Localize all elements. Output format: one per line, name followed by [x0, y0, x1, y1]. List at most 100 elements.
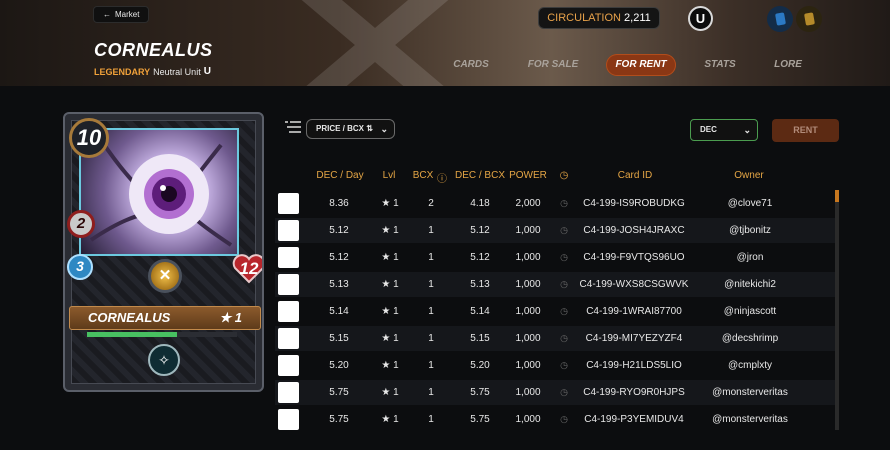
- cell-level: ★ 1: [381, 414, 399, 425]
- back-to-market-button[interactable]: ← Market: [93, 6, 150, 23]
- table-row[interactable]: 5.13 ★ 1 1 5.13 1,000 C4-199-WXS8CSGWVK @nitek…: [275, 272, 835, 297]
- tab-lore[interactable]: LORE: [762, 54, 814, 76]
- magic-attack-badge: 2: [67, 210, 95, 238]
- cell-power: 1,000: [515, 387, 541, 398]
- clock-icon[interactable]: ◷: [556, 170, 572, 181]
- cell-level: ★ 1: [381, 360, 399, 371]
- cell-card-id[interactable]: C4-199-1WRAI87700: [575, 299, 693, 324]
- col-header-dec-day[interactable]: DEC / Day: [310, 170, 370, 181]
- chevron-down-icon: ⌄: [743, 125, 751, 135]
- page-title: CORNEALUS: [94, 40, 213, 60]
- cell-power: 1,000: [515, 252, 541, 263]
- cell-bcx: 1: [428, 252, 434, 263]
- cell-owner[interactable]: @decshrimp: [695, 326, 805, 351]
- row-checkbox[interactable]: [278, 247, 299, 268]
- cell-power: 1,000: [515, 414, 541, 425]
- currency-select[interactable]: DEC ⌄: [690, 119, 758, 141]
- sort-select[interactable]: PRICE / BCX ⇅ ⌄: [306, 119, 395, 139]
- col-header-owner[interactable]: Owner: [718, 170, 780, 181]
- row-checkbox[interactable]: [278, 274, 299, 295]
- filter-lines-icon[interactable]: [285, 120, 301, 134]
- table-row[interactable]: 5.12 ★ 1 1 5.12 1,000 C4-199-F9VTQS96UO @jron ◷: [275, 245, 835, 270]
- row-checkbox[interactable]: [278, 301, 299, 322]
- col-header-power[interactable]: POWER: [507, 170, 549, 181]
- cell-bcx: 1: [428, 414, 434, 425]
- table-row[interactable]: 8.36 ★ 1 2 4.18 2,000 C4-199-IS9ROBUDKG @clove…: [275, 191, 835, 216]
- cell-bcx: 1: [428, 225, 434, 236]
- tab-cards[interactable]: CARDS: [441, 54, 501, 76]
- cell-owner[interactable]: @clove71: [695, 191, 805, 216]
- table-row[interactable]: 5.75 ★ 1 1 5.75 1,000 C4-199-RYO9R0HJPS @monst…: [275, 380, 835, 405]
- mana-cost-badge: 10: [69, 118, 109, 158]
- table-row[interactable]: 5.75 ★ 1 1 5.75 1,000 C4-199-P3YEMIDUV4 @monst…: [275, 407, 835, 432]
- cell-dec-day: 5.14: [329, 306, 349, 317]
- col-header-card-id[interactable]: Card ID: [600, 170, 670, 181]
- cell-level: ★ 1: [381, 306, 399, 317]
- card-image: 10 2 3 12 ✕ CORNEALUS ★ 1 ✧: [63, 112, 264, 392]
- col-header-dec-bcx[interactable]: DEC / BCX: [452, 170, 508, 181]
- cell-bcx: 2: [428, 198, 434, 209]
- currency-select-value: DEC: [700, 125, 717, 134]
- cell-level: ★ 1: [381, 333, 399, 344]
- row-checkbox[interactable]: [278, 193, 299, 214]
- page-header: ← Market CORNEALUS LEGENDARY Neutral Uni…: [0, 0, 890, 86]
- cell-owner[interactable]: @tjbonitz: [695, 218, 805, 243]
- cell-card-id[interactable]: C4-199-IS9ROBUDKG: [575, 191, 693, 216]
- cell-dec-day: 5.15: [329, 333, 349, 344]
- cell-dec-bcx: 5.13: [470, 279, 490, 290]
- tab-stats[interactable]: STATS: [692, 54, 748, 76]
- cell-owner[interactable]: @monsterveritas: [695, 407, 805, 432]
- cell-card-id[interactable]: C4-199-WXS8CSGWVK: [575, 272, 693, 297]
- col-header-bcx[interactable]: BCX: [411, 170, 435, 181]
- info-icon[interactable]: ⓘ: [436, 170, 448, 185]
- cell-card-id[interactable]: C4-199-F9VTQS96UO: [575, 245, 693, 270]
- col-header-lvl[interactable]: Lvl: [376, 170, 402, 181]
- cell-level: ★ 1: [381, 279, 399, 290]
- card-shape-icon: [803, 12, 815, 26]
- table-row[interactable]: 5.14 ★ 1 1 5.14 1,000 C4-199-1WRAI87700 @ninja…: [275, 299, 835, 324]
- circulation-label: CIRCULATION: [547, 12, 621, 24]
- cell-card-id[interactable]: C4-199-P3YEMIDUV4: [575, 407, 693, 432]
- cell-level: ★ 1: [381, 252, 399, 263]
- table-row[interactable]: 5.20 ★ 1 1 5.20 1,000 C4-199-H21LDS5LIO @cmplx…: [275, 353, 835, 378]
- cell-owner[interactable]: @cmplxty: [695, 353, 805, 378]
- cell-owner[interactable]: @monsterveritas: [695, 380, 805, 405]
- table-row[interactable]: 5.15 ★ 1 1 5.15 1,000 C4-199-MI7YEZYZF4 @decsh…: [275, 326, 835, 351]
- clock-icon: ◷: [560, 225, 568, 235]
- cell-power: 1,000: [515, 225, 541, 236]
- cell-owner[interactable]: @jron: [695, 245, 805, 270]
- cell-level: ★ 1: [381, 198, 399, 209]
- cell-dec-bcx: 4.18: [470, 198, 490, 209]
- cell-card-id[interactable]: C4-199-H21LDS5LIO: [575, 353, 693, 378]
- cell-dec-day: 5.75: [329, 414, 349, 425]
- scrollbar-thumb[interactable]: [835, 190, 839, 202]
- tab-for-sale[interactable]: FOR SALE: [517, 54, 589, 76]
- clock-icon: ◷: [560, 387, 568, 397]
- card-level: ★ 1: [219, 310, 243, 325]
- cell-owner[interactable]: @nitekichi2: [695, 272, 805, 297]
- table-row[interactable]: 5.12 ★ 1 1 5.12 1,000 C4-199-JOSH4JRAXC @tjbon…: [275, 218, 835, 243]
- row-checkbox[interactable]: [278, 382, 299, 403]
- edition-badge-icon[interactable]: U: [688, 6, 713, 31]
- cell-card-id[interactable]: C4-199-MI7YEZYZF4: [575, 326, 693, 351]
- cell-owner[interactable]: @ninjascott: [695, 299, 805, 324]
- cell-dec-day: 8.36: [329, 198, 349, 209]
- tab-for-rent[interactable]: FOR RENT: [606, 54, 676, 76]
- cell-card-id[interactable]: C4-199-RYO9R0HJPS: [575, 380, 693, 405]
- row-checkbox[interactable]: [278, 328, 299, 349]
- gold-foil-card-icon[interactable]: [796, 6, 822, 32]
- clock-icon: ◷: [560, 198, 568, 208]
- row-checkbox[interactable]: [278, 220, 299, 241]
- rent-button[interactable]: RENT: [772, 119, 839, 142]
- row-checkbox[interactable]: [278, 355, 299, 376]
- regular-foil-card-icon[interactable]: [767, 6, 793, 32]
- clock-icon: ◷: [560, 279, 568, 289]
- scrollbar-track[interactable]: [835, 190, 839, 430]
- cell-dec-bcx: 5.12: [470, 252, 490, 263]
- cell-dec-bcx: 5.75: [470, 414, 490, 425]
- row-checkbox[interactable]: [278, 409, 299, 430]
- sort-select-value: PRICE / BCX: [316, 124, 365, 133]
- ability-icon[interactable]: ✧: [148, 344, 180, 376]
- cell-card-id[interactable]: C4-199-JOSH4JRAXC: [575, 218, 693, 243]
- card-name-plate: CORNEALUS ★ 1: [69, 306, 261, 330]
